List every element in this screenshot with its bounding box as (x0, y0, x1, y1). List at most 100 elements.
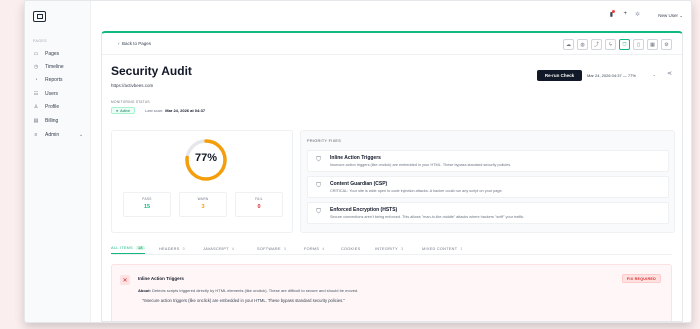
person-icon: ♙ (33, 104, 39, 110)
shield-check-icon: ⛉ (316, 208, 321, 215)
tab-count: 4 (231, 246, 235, 251)
bolt-icon[interactable]: ϟ (605, 39, 616, 50)
tab-headers[interactable]: HEADERS 3 (159, 243, 185, 254)
sidebar-item-label: Profile (45, 104, 60, 110)
sidebar: PAGES ▭ Pages ◷ Timeline ◔ Reports ☷ Use… (25, 1, 91, 322)
priority-fix-item[interactable]: ⛉ Enforced Encryption (HSTS) Secure conn… (307, 202, 669, 224)
scan-date-select[interactable]: Mar 24, 2026 04:37 — 77% ⌄ (583, 70, 660, 81)
priority-fixes-card: PRIORITY FIXES ⛉ Inline Action Triggers … (300, 130, 675, 233)
priority-fix-item[interactable]: ⛉ Inline Action Triggers Insecure action… (307, 150, 669, 172)
last-scan-value: Mar 24, 2026 at 04:37 (165, 108, 206, 113)
tab-label: MIXED CONTENT (422, 246, 458, 251)
priority-fix-item[interactable]: ⛉ Content Guardian (CSP) CRITICAL: Your … (307, 176, 669, 198)
sidebar-item-admin[interactable]: ≡ Admin ⌄ (33, 130, 91, 140)
rerun-check-button[interactable]: Re-run Check (537, 70, 582, 81)
gear-icon[interactable]: ⚙ (661, 39, 672, 50)
tab-mixed-content[interactable]: MIXED CONTENT 1 (422, 243, 463, 254)
sidebar-item-users[interactable]: ☷ Users (33, 89, 58, 99)
share-icon[interactable]: ⋖ (667, 70, 672, 77)
tab-label: COOKIES (341, 246, 361, 251)
last-scan: Last scan: Mar 24, 2026 at 04:37 (145, 107, 205, 114)
issue-about-label: About: (138, 288, 151, 293)
stat-fail: FAIL 0 (235, 192, 283, 217)
chevron-down-icon: ⌄ (652, 72, 656, 77)
stat-pass: PASS 15 (123, 192, 171, 217)
tab-count: 3 (400, 246, 404, 251)
tab-javascript[interactable]: JAVASCRIPT 4 (203, 243, 234, 254)
user-menu[interactable]: New User ⌄ (658, 13, 683, 19)
tab-label: JAVASCRIPT (203, 246, 229, 251)
cloud-icon[interactable]: ☁ (563, 39, 574, 50)
site-url: https://activbees.com (111, 83, 154, 88)
sidebar-item-timeline[interactable]: ◷ Timeline (33, 62, 64, 72)
sidebar-item-label: Pages (45, 51, 60, 57)
shield-icon[interactable]: ⛉ (619, 39, 630, 50)
sidebar-item-label: Reports (45, 77, 63, 83)
toolbar: ☁ ◍ ⤴ ϟ ⛉ ▯ ▦ ⚙ (563, 39, 672, 50)
app-logo-icon[interactable] (33, 11, 46, 22)
sliders-icon: ≡ (34, 132, 38, 138)
priority-fix-title: Content Guardian (CSP) (330, 181, 388, 187)
tab-forms[interactable]: FORMS 4 (304, 243, 325, 254)
notification-dot (612, 10, 615, 13)
shield-check-icon: ⛉ (316, 156, 321, 163)
scan-date-value: Mar 24, 2026 04:37 — 77% (587, 73, 636, 78)
monitoring-status-label: MONITORING STATUS (111, 100, 150, 104)
back-label: Back to Pages (122, 41, 152, 46)
chevron-down-icon: ⌄ (79, 132, 84, 138)
status-badge: ● Active (111, 107, 135, 114)
tab-all-items[interactable]: ALL ITEMS 18 (111, 243, 145, 254)
fix-required-badge: FIX REQUIRED (621, 274, 661, 283)
sidebar-item-pages[interactable]: ▭ Pages (33, 49, 60, 59)
clock-icon: ◷ (33, 64, 39, 70)
card-icon: ▤ (33, 118, 39, 124)
user-name: New User (658, 13, 678, 18)
score-stats: PASS 15 WARN 3 FAIL 0 (123, 192, 283, 217)
trend-icon[interactable]: ⤴ (591, 39, 602, 50)
stat-warn-label: WARN (197, 197, 209, 201)
calendar-icon[interactable]: ▦ (647, 39, 658, 50)
priority-fix-title: Inline Action Triggers (330, 155, 381, 161)
category-tabs: ALL ITEMS 18 HEADERS 3 JAVASCRIPT 4 SOFTWAR… (111, 243, 672, 255)
sidebar-item-label: Timeline (45, 64, 64, 70)
issue-title: Inline Action Triggers (138, 276, 184, 281)
sidebar-item-reports[interactable]: ◔ Reports (33, 75, 63, 85)
file-icon: ▭ (33, 51, 39, 57)
sidebar-item-billing[interactable]: ▤ Billing (33, 116, 59, 126)
issue-about: About: Detects scripts triggered directl… (138, 288, 358, 293)
issue-quote: "Insecure action triggers (like onclick)… (142, 298, 345, 303)
priority-fixes-title: PRIORITY FIXES (307, 139, 342, 143)
shield-check-icon: ⛉ (316, 182, 321, 189)
tab-count: 3 (283, 246, 287, 251)
tab-label: ALL ITEMS (111, 246, 133, 250)
tab-integrity[interactable]: INTEGRITY 3 (375, 243, 403, 254)
stat-pass-label: PASS (142, 197, 152, 201)
users-icon: ☷ (33, 91, 39, 97)
stat-warn-value: 3 (201, 204, 205, 210)
chart-icon: ◔ (34, 77, 38, 83)
document-icon[interactable]: ▯ (633, 39, 644, 50)
tab-label: SOFTWARE (257, 246, 281, 251)
settings-icon[interactable]: ✲ (635, 11, 640, 18)
close-icon: ✕ (120, 275, 130, 285)
tab-cookies[interactable]: COOKIES (341, 243, 360, 254)
tab-software[interactable]: SOFTWARE 3 (257, 243, 286, 254)
plus-icon[interactable]: + (623, 11, 627, 17)
sidebar-item-profile[interactable]: ♙ Profile (33, 102, 59, 112)
status-badge-label: Active (120, 108, 130, 113)
stat-fail-label: FAIL (255, 197, 263, 201)
back-to-pages-link[interactable]: ‹ Back to Pages (118, 41, 151, 46)
priority-fix-desc: CRITICAL: Your site is wide open to code… (330, 189, 503, 193)
sidebar-section-label: PAGES (33, 39, 47, 43)
globe-icon[interactable]: ◍ (577, 39, 588, 50)
page-title: Security Audit (111, 64, 192, 78)
score-percent: 77% (194, 152, 218, 164)
tab-label: HEADERS (159, 246, 180, 251)
sidebar-item-label: Admin (45, 132, 60, 138)
issue-card[interactable]: ✕ Inline Action Triggers FIX REQUIRED Ab… (111, 264, 672, 321)
tab-label: FORMS (304, 246, 320, 251)
app-window: PAGES ▭ Pages ◷ Timeline ◔ Reports ☷ Use… (24, 0, 692, 323)
priority-fix-desc: Insecure action triggers (like onclick) … (330, 163, 512, 167)
tab-count: 3 (182, 246, 185, 251)
stat-fail-value: 0 (257, 204, 261, 210)
